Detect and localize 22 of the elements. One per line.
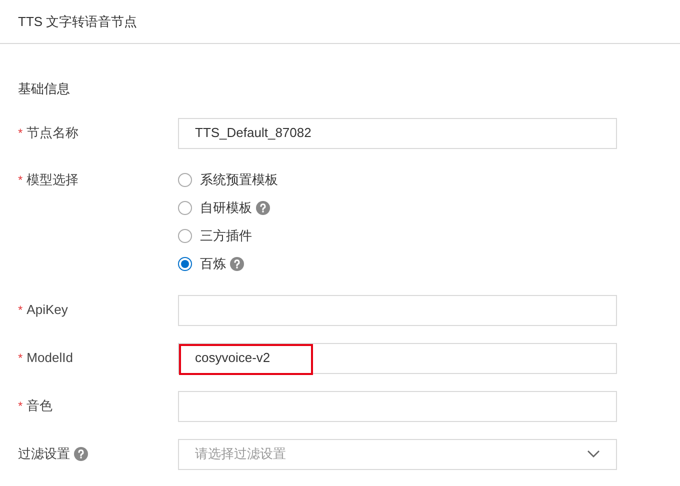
required-asterisk: *: [18, 125, 23, 142]
radio-option[interactable]: 三方插件: [178, 226, 252, 246]
chevron-down-icon: [587, 450, 600, 458]
required-asterisk: *: [18, 172, 23, 188]
radio-option[interactable]: 百炼: [178, 254, 226, 274]
field-label: 音色: [26, 397, 53, 416]
radio-option[interactable]: 系统预置模板: [178, 170, 278, 190]
required-asterisk: *: [18, 302, 23, 319]
input-field[interactable]: [178, 390, 617, 422]
input-field[interactable]: cosyvoice-v2: [178, 342, 617, 374]
input-field[interactable]: TTS_Default_87082: [178, 118, 617, 148]
field-label: ModelId: [26, 349, 73, 368]
section-title: 基础信息: [18, 80, 71, 98]
radio-option[interactable]: 自研模板: [178, 198, 252, 218]
panel-title: TTS 文字转语音节点: [18, 12, 138, 31]
field-label: 节点名称: [26, 124, 79, 142]
required-asterisk: *: [18, 398, 23, 415]
field-label: ApiKey: [26, 301, 68, 320]
input-field[interactable]: [178, 294, 617, 326]
field-label: 过滤设置: [18, 445, 70, 464]
field-label: 模型选择: [26, 170, 79, 189]
required-asterisk: *: [18, 350, 23, 367]
